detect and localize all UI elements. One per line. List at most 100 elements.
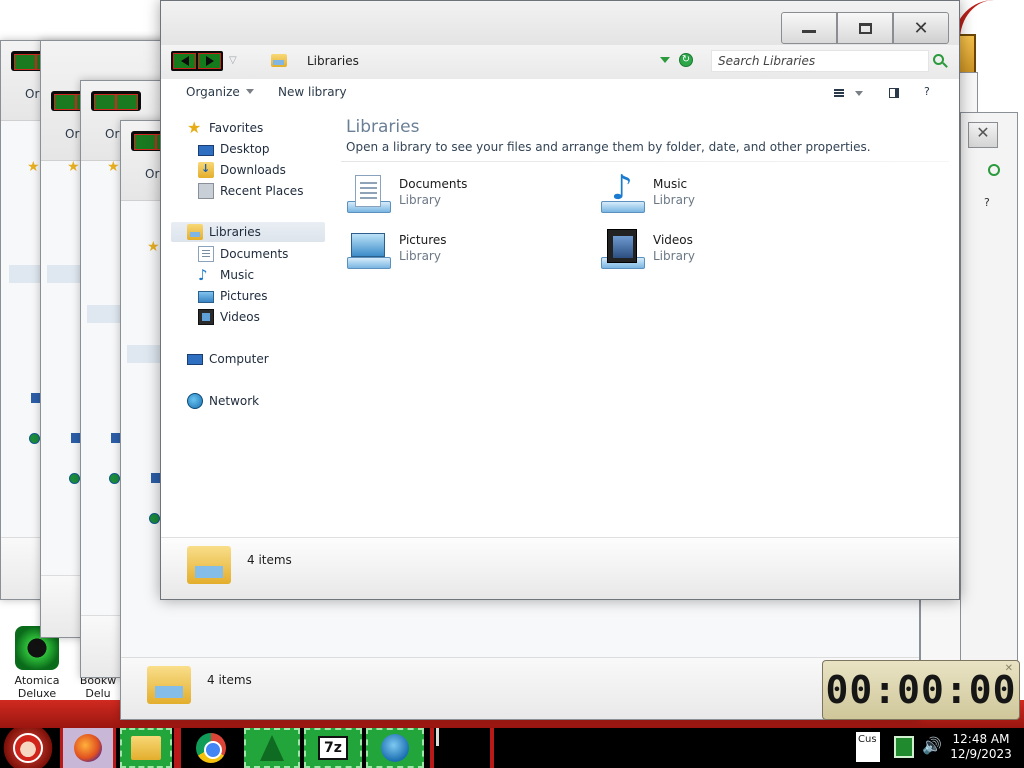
libraries-folder-icon xyxy=(271,54,287,67)
library-item-documents[interactable]: Documents Library xyxy=(345,171,565,221)
seven-zip-icon: 7z xyxy=(318,736,348,760)
nav-item-network[interactable]: Network xyxy=(187,391,259,411)
new-library-button[interactable]: New library xyxy=(278,85,347,99)
desktop-icon-label: Atomica Deluxe xyxy=(14,674,60,700)
page-title: Libraries xyxy=(346,117,420,137)
favorites-star-icon: ★ xyxy=(67,159,80,175)
divider xyxy=(341,161,949,162)
nav-item-desktop[interactable]: Desktop xyxy=(198,139,270,159)
taskbar-chrome[interactable] xyxy=(178,728,240,768)
forward-button[interactable] xyxy=(198,53,221,69)
organize-menu[interactable]: Organize xyxy=(186,85,254,99)
library-type: Library xyxy=(399,249,441,263)
status-item-count: 4 items xyxy=(207,673,252,687)
search-icon[interactable] xyxy=(933,54,944,65)
window-footer: 4 items xyxy=(121,657,919,719)
command-bar: Organize New library ? xyxy=(161,79,959,107)
search-input[interactable]: Search Libraries xyxy=(711,50,929,72)
nav-item-libraries[interactable]: Libraries xyxy=(171,222,325,242)
nav-item-downloads[interactable]: Downloads xyxy=(198,160,286,180)
title-bar[interactable]: ✕ xyxy=(161,1,959,45)
nav-item-computer[interactable]: Computer xyxy=(187,349,269,369)
address-history-dropdown[interactable] xyxy=(660,57,670,63)
library-type: Library xyxy=(653,249,695,263)
start-button[interactable] xyxy=(0,728,56,768)
library-name: Videos xyxy=(653,233,693,247)
tray-text-snippet[interactable]: Cus xyxy=(856,732,880,762)
minimize-button[interactable] xyxy=(781,12,837,44)
close-icon: ✕ xyxy=(913,17,929,39)
help-button[interactable]: ? xyxy=(924,85,930,98)
nav-item-recent-places[interactable]: Recent Places xyxy=(198,181,303,201)
clock[interactable]: 12:48 AM 12/9/2023 xyxy=(944,732,1018,762)
view-options-dropdown[interactable] xyxy=(855,91,863,96)
taskbar-scroll-handle[interactable] xyxy=(436,728,439,746)
page-description: Open a library to see your files and arr… xyxy=(346,140,871,154)
library-item-pictures[interactable]: Pictures Library xyxy=(345,227,565,277)
downloads-icon xyxy=(198,162,214,178)
navigation-pane: ★Favorites Desktop Downloads Recent Plac… xyxy=(161,107,331,537)
computer-icon xyxy=(187,354,203,365)
organize-fragment: Or xyxy=(105,127,120,141)
nav-item-videos[interactable]: Videos xyxy=(198,307,260,327)
explorer-window-libraries[interactable]: ✕ ▽ Libraries ↻ Search Libraries Organiz… xyxy=(160,0,960,600)
organize-fragment: Or xyxy=(145,167,160,181)
help-button-partial[interactable]: ? xyxy=(984,196,990,209)
network-tray-icon[interactable] xyxy=(894,736,914,758)
nav-item-favorites[interactable]: ★ Favorites xyxy=(187,118,263,138)
preview-pane-button[interactable] xyxy=(889,88,899,98)
status-item-count: 4 items xyxy=(247,553,292,567)
network-globe-icon xyxy=(187,393,203,409)
nav-item-documents[interactable]: Documents xyxy=(198,244,288,264)
library-item-videos[interactable]: Videos Library xyxy=(599,227,819,277)
maximize-button[interactable] xyxy=(837,12,893,44)
recent-locations-dropdown[interactable]: ▽ xyxy=(229,55,237,66)
nav-item-pictures[interactable]: Pictures xyxy=(198,286,268,306)
system-tray: Cus 🔊 12:48 AM 12/9/2023 xyxy=(852,728,1024,768)
folder-icon xyxy=(131,736,161,760)
pictures-library-icon xyxy=(345,227,393,273)
santa-start-icon xyxy=(13,733,43,763)
clock-time: 12:48 AM xyxy=(952,732,1010,746)
taskbar-download-manager[interactable] xyxy=(366,728,424,768)
organize-fragment: Or xyxy=(25,87,40,101)
taskbar-separator xyxy=(430,728,434,768)
chrome-icon xyxy=(195,733,226,763)
back-button[interactable] xyxy=(173,53,196,69)
volume-icon[interactable]: 🔊 xyxy=(922,736,942,755)
network-icon xyxy=(109,473,120,484)
library-folder-icon xyxy=(147,666,191,704)
music-note-icon: ♪ xyxy=(198,266,208,284)
music-library-icon: ♪ xyxy=(599,169,647,217)
pictures-icon xyxy=(198,291,214,303)
taskbar-separator xyxy=(490,728,494,768)
search-icon[interactable] xyxy=(988,164,1000,176)
nav-item-music[interactable]: ♪ Music xyxy=(198,265,254,285)
timer-display: 00:00:00 xyxy=(825,668,1017,712)
close-button-partial[interactable]: ✕ xyxy=(968,122,998,148)
close-icon[interactable]: ✕ xyxy=(1005,663,1013,674)
change-view-button[interactable] xyxy=(834,89,844,97)
taskbar-7zip[interactable]: 7z xyxy=(304,728,362,768)
favorites-star-icon: ★ xyxy=(187,118,202,137)
clock-date: 12/9/2023 xyxy=(950,747,1012,761)
taskbar: 7z Cus 🔊 12:48 AM 12/9/2023 xyxy=(0,728,1024,768)
library-item-music[interactable]: ♪ Music Library xyxy=(599,169,819,221)
forward-arrow-icon xyxy=(205,56,214,66)
taskbar-christmas-tree[interactable] xyxy=(244,728,300,768)
nav-buttons xyxy=(91,91,141,111)
taskbar-explorer[interactable] xyxy=(120,728,172,768)
library-name: Documents xyxy=(399,177,468,191)
minimize-icon xyxy=(802,29,816,33)
close-button[interactable]: ✕ xyxy=(893,12,949,44)
address-path[interactable]: Libraries xyxy=(307,54,359,68)
desktop-icon xyxy=(198,144,214,156)
network-icon xyxy=(69,473,80,484)
refresh-button[interactable]: ↻ xyxy=(679,53,693,67)
stopwatch-gadget[interactable]: 00:00:00 ✕ xyxy=(822,660,1020,720)
firefox-icon xyxy=(74,734,102,762)
taskbar-firefox[interactable] xyxy=(60,728,116,768)
chevron-down-icon xyxy=(245,89,254,94)
recent-places-icon xyxy=(198,183,214,199)
navigation-buttons xyxy=(171,51,223,71)
